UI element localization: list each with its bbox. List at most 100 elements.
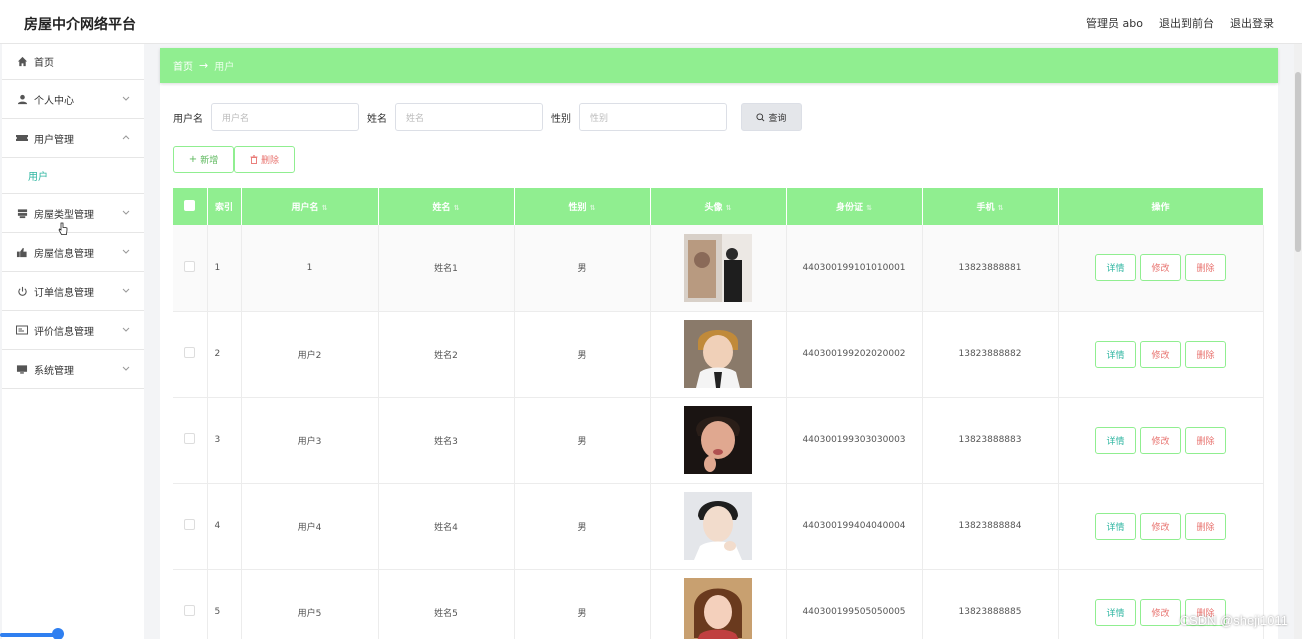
- cell-avatar: [650, 311, 787, 398]
- select-all-checkbox[interactable]: [184, 199, 196, 211]
- username-input[interactable]: 用户名: [211, 103, 359, 131]
- edit-button[interactable]: 修改: [1140, 254, 1181, 282]
- header-user-area: 管理员 abo 退出到前台 退出登录: [1086, 15, 1274, 31]
- cell-operations: 详情 修改 删除: [1058, 483, 1264, 570]
- cell-avatar: [650, 397, 787, 484]
- edit-button[interactable]: 修改: [1140, 426, 1181, 454]
- sidebar-subitem-users[interactable]: 用户: [2, 158, 144, 194]
- add-button[interactable]: + 新增: [173, 146, 234, 173]
- progress-handle[interactable]: [52, 628, 64, 639]
- chevron-down-icon: [122, 325, 130, 336]
- header-phone[interactable]: 手机 ⇅: [922, 188, 1059, 225]
- detail-button[interactable]: 详情: [1095, 426, 1136, 454]
- scrollbar-thumb[interactable]: [1295, 72, 1301, 252]
- delete-button[interactable]: 删除: [1185, 512, 1226, 540]
- avatar[interactable]: [684, 233, 752, 302]
- sort-icon[interactable]: ⇅: [866, 204, 872, 212]
- sidebar-item-label: 评价信息管理: [34, 326, 94, 338]
- detail-button[interactable]: 详情: [1095, 512, 1136, 540]
- exit-to-front-link[interactable]: 退出到前台: [1159, 15, 1214, 31]
- cell-avatar: [650, 483, 787, 570]
- logout-link[interactable]: 退出登录: [1230, 15, 1274, 31]
- sort-icon[interactable]: ⇅: [726, 204, 732, 212]
- hand-cursor-icon: [58, 222, 68, 235]
- delete-button[interactable]: 删除: [1185, 340, 1226, 368]
- chevron-up-icon: [122, 133, 130, 144]
- sort-icon[interactable]: ⇅: [322, 204, 328, 212]
- detail-button[interactable]: 详情: [1095, 340, 1136, 368]
- table-row: 5 用户5 姓名5 男 440300199505050005 138238888…: [173, 569, 1264, 639]
- row-select-cell[interactable]: [173, 225, 208, 312]
- cell-username: 用户4: [241, 483, 379, 570]
- add-button-label: 新增: [200, 156, 219, 166]
- breadcrumb-arrow: →: [199, 59, 209, 72]
- delete-button-label: 删除: [260, 156, 279, 166]
- edit-button[interactable]: 修改: [1140, 512, 1181, 540]
- detail-button[interactable]: 详情: [1095, 598, 1136, 626]
- cell-phone: 13823888885: [922, 569, 1059, 639]
- delete-button[interactable]: 删除: [1185, 254, 1226, 282]
- sort-icon[interactable]: ⇅: [590, 204, 596, 212]
- batch-delete-button[interactable]: 删除: [234, 146, 295, 173]
- cell-name: 姓名4: [378, 483, 515, 570]
- avatar[interactable]: [684, 320, 752, 388]
- sidebar-item-label: 个人中心: [34, 95, 74, 107]
- sidebar-item-house-info[interactable]: 房屋信息管理: [2, 233, 144, 272]
- vertical-scrollbar[interactable]: [1294, 44, 1302, 639]
- row-select-cell[interactable]: [173, 397, 208, 484]
- avatar[interactable]: [684, 406, 752, 474]
- breadcrumb: 首页 → 用户: [160, 48, 1278, 83]
- row-checkbox[interactable]: [184, 605, 196, 616]
- row-checkbox[interactable]: [184, 260, 196, 272]
- cell-phone: 13823888882: [922, 311, 1059, 398]
- header-name[interactable]: 姓名 ⇅: [378, 188, 515, 225]
- cell-phone: 13823888881: [922, 225, 1059, 312]
- avatar[interactable]: [684, 578, 752, 639]
- cell-operations: 详情 修改 删除: [1058, 569, 1264, 639]
- sidebar-item-label: 用户管理: [34, 134, 74, 146]
- select-all-cell[interactable]: [173, 188, 208, 225]
- header-gender[interactable]: 性别 ⇅: [514, 188, 651, 225]
- sidebar-subitem-label: 用户: [28, 172, 48, 183]
- edit-button[interactable]: 修改: [1140, 340, 1181, 368]
- header-username[interactable]: 用户名 ⇅: [241, 188, 379, 225]
- avatar[interactable]: [684, 492, 752, 560]
- power-icon: [16, 285, 28, 297]
- sidebar-item-label: 房屋类型管理: [34, 209, 94, 221]
- name-input[interactable]: 姓名: [395, 103, 543, 131]
- sidebar-item-house-type[interactable]: 房屋类型管理: [2, 194, 144, 233]
- sidebar-item-order-info[interactable]: 订单信息管理: [2, 272, 144, 311]
- sidebar-item-system[interactable]: 系统管理: [2, 350, 144, 389]
- sort-icon[interactable]: ⇅: [998, 204, 1004, 212]
- row-checkbox[interactable]: [184, 347, 196, 358]
- row-checkbox[interactable]: [184, 433, 196, 444]
- cell-username: 用户2: [241, 311, 379, 398]
- row-select-cell[interactable]: [173, 311, 208, 398]
- header-avatar[interactable]: 头像 ⇅: [650, 188, 787, 225]
- sidebar-item-label: 系统管理: [34, 365, 74, 377]
- chevron-down-icon: [122, 208, 130, 219]
- chevron-down-icon: [122, 247, 130, 258]
- sidebar-item-review-info[interactable]: 评价信息管理: [2, 311, 144, 350]
- home-icon: [16, 56, 28, 68]
- cell-phone: 13823888884: [922, 483, 1059, 570]
- stack-icon: [16, 207, 28, 219]
- gender-input[interactable]: 性别: [579, 103, 727, 131]
- detail-button[interactable]: 详情: [1095, 254, 1136, 282]
- edit-button[interactable]: 修改: [1140, 598, 1181, 626]
- sidebar-item-home[interactable]: 首页: [2, 44, 144, 80]
- sort-icon[interactable]: ⇅: [454, 204, 460, 212]
- query-button-label: 查询: [768, 113, 787, 124]
- cell-username: 用户3: [241, 397, 379, 484]
- delete-button[interactable]: 删除: [1185, 426, 1226, 454]
- sidebar-item-profile[interactable]: 个人中心: [2, 80, 144, 119]
- query-button[interactable]: 查询: [741, 103, 802, 131]
- cell-username: 1: [241, 225, 379, 312]
- cell-index: 3: [207, 397, 242, 484]
- row-checkbox[interactable]: [184, 519, 196, 530]
- row-select-cell[interactable]: [173, 569, 208, 639]
- row-select-cell[interactable]: [173, 483, 208, 570]
- sidebar-item-user-management[interactable]: 用户管理: [2, 119, 144, 158]
- breadcrumb-home[interactable]: 首页: [173, 58, 193, 73]
- header-id-card[interactable]: 身份证 ⇅: [786, 188, 923, 225]
